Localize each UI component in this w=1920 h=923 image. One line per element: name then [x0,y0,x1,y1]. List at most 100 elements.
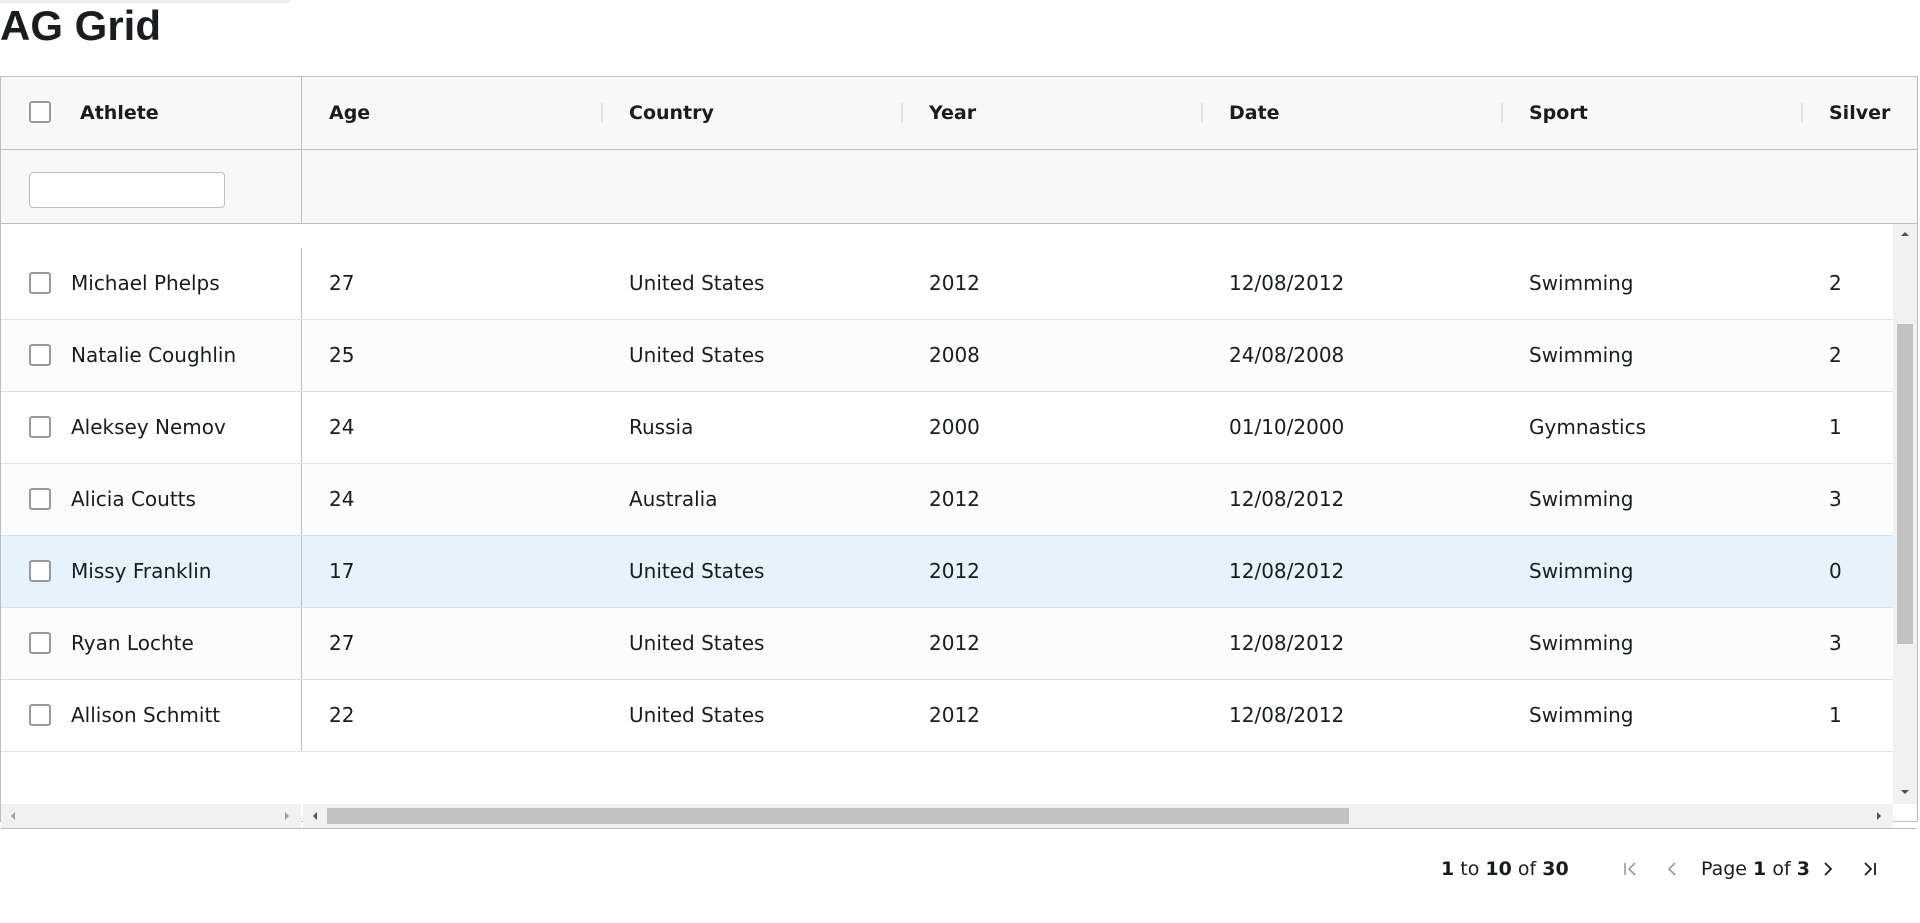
cell-country[interactable]: United States [629,536,764,607]
table-row[interactable]: Alicia Coutts 24 Australia 2012 12/08/2012 Sw… [1,464,1893,536]
cell-silver[interactable]: 2 [1829,320,1842,391]
previous-page-icon [1667,862,1676,876]
table-row[interactable]: Ryan Lochte 27 United States 2012 12/08/2012… [1,608,1893,680]
cell-athlete[interactable]: Alicia Coutts [71,464,196,535]
previous-page-button[interactable] [1657,854,1687,884]
cell-country[interactable]: Russia [629,392,693,463]
pinned-column-divider [301,392,302,463]
cell-date[interactable]: 12/08/2012 [1229,680,1344,751]
cell-sport[interactable]: Gymnastics [1529,392,1646,463]
scroll-right-icon[interactable] [281,810,293,822]
row-select-checkbox[interactable] [29,704,51,726]
pinned-column-divider [301,680,302,751]
cell-country[interactable]: United States [629,248,764,319]
vertical-scrollbar[interactable] [1893,224,1917,804]
cell-age[interactable]: 24 [329,392,354,463]
table-row[interactable]: Natalie Coughlin 25 United States 2008 24/08… [1,320,1893,392]
cell-athlete[interactable]: Natalie Coughlin [71,320,236,391]
row-select-checkbox[interactable] [29,632,51,654]
column-header-date[interactable]: Date [1229,77,1280,149]
cell-sport[interactable]: Swimming [1529,608,1634,679]
row-select-checkbox[interactable] [29,560,51,582]
next-page-button[interactable] [1813,854,1843,884]
column-resize-handle[interactable] [1201,103,1203,123]
column-header-silver[interactable]: Silver [1829,77,1890,149]
cell-date[interactable]: 24/08/2008 [1229,320,1344,391]
scroll-right-icon[interactable] [1873,810,1885,822]
scroll-down-icon[interactable] [1899,786,1911,798]
cell-silver[interactable]: 3 [1829,464,1842,535]
cell-sport[interactable]: Swimming [1529,320,1634,391]
cell-age[interactable]: 22 [329,680,354,751]
cell-sport[interactable]: Swimming [1529,536,1634,607]
cell-year[interactable]: 2008 [929,320,980,391]
table-row[interactable]: Aleksey Nemov 24 Russia 2000 01/10/2000 Gymna… [1,392,1893,464]
row-of-label: of [1517,858,1537,880]
cell-athlete[interactable]: Allison Schmitt [71,680,220,751]
table-row[interactable]: Michael Phelps 27 United States 2012 12/08/2… [1,248,1893,320]
cell-sport[interactable]: Swimming [1529,680,1634,751]
cell-country[interactable]: Australia [629,464,717,535]
table-row[interactable]: Allison Schmitt 22 United States 2012 12/08/… [1,680,1893,752]
cell-year[interactable]: 2012 [929,464,980,535]
horizontal-scrollbar-thumb[interactable] [327,808,1349,824]
cell-silver[interactable]: 2 [1829,248,1842,319]
cell-athlete[interactable]: Aleksey Nemov [71,392,226,463]
page-of-label: of [1772,858,1791,880]
floating-filter-row [1,150,1917,223]
scroll-left-icon[interactable] [7,810,19,822]
cell-year[interactable]: 2012 [929,608,980,679]
cell-age[interactable]: 24 [329,464,354,535]
athlete-filter-input[interactable] [29,172,225,208]
cell-date[interactable]: 12/08/2012 [1229,536,1344,607]
cell-age[interactable]: 17 [329,536,354,607]
column-resize-handle[interactable] [1801,103,1803,123]
row-to-label: to [1460,858,1480,880]
column-header-sport[interactable]: Sport [1529,77,1588,149]
cell-year[interactable]: 2012 [929,248,980,319]
column-resize-handle[interactable] [1501,103,1503,123]
column-resize-handle[interactable] [601,103,603,123]
cell-country[interactable]: United States [629,608,764,679]
cell-sport[interactable]: Swimming [1529,464,1634,535]
select-all-checkbox[interactable] [29,101,51,123]
column-header-year[interactable]: Year [929,77,976,149]
column-header-athlete[interactable]: Athlete [80,77,159,149]
last-page-button[interactable] [1855,854,1885,884]
pinned-horizontal-scrollbar[interactable] [1,804,301,828]
cell-silver[interactable]: 0 [1829,536,1842,607]
row-select-checkbox[interactable] [29,416,51,438]
cell-athlete[interactable]: Ryan Lochte [71,608,194,679]
column-header-country[interactable]: Country [629,77,714,149]
cell-date[interactable]: 12/08/2012 [1229,248,1344,319]
scroll-up-icon[interactable] [1899,228,1911,240]
first-page-button[interactable] [1615,854,1645,884]
cell-silver[interactable]: 1 [1829,392,1842,463]
cell-silver[interactable]: 1 [1829,680,1842,751]
cell-country[interactable]: United States [629,320,764,391]
cell-athlete[interactable]: Michael Phelps [71,248,220,319]
cell-year[interactable]: 2000 [929,392,980,463]
row-select-checkbox[interactable] [29,272,51,294]
cell-date[interactable]: 01/10/2000 [1229,392,1344,463]
column-header-age[interactable]: Age [329,77,370,149]
row-select-checkbox[interactable] [29,344,51,366]
cell-sport[interactable]: Swimming [1529,248,1634,319]
table-row[interactable]: Missy Franklin 17 United States 2012 12/08/2… [1,536,1893,608]
cell-age[interactable]: 27 [329,608,354,679]
vertical-scrollbar-thumb[interactable] [1897,324,1913,644]
horizontal-scrollbar[interactable] [303,804,1893,828]
cell-silver[interactable]: 3 [1829,608,1842,679]
cell-athlete[interactable]: Missy Franklin [71,536,211,607]
cell-date[interactable]: 12/08/2012 [1229,464,1344,535]
cell-age[interactable]: 25 [329,320,354,391]
grid-body: Michael Phelps 27 United States 2012 12/08/2… [1,224,1893,804]
cell-year[interactable]: 2012 [929,680,980,751]
cell-date[interactable]: 12/08/2012 [1229,608,1344,679]
scroll-left-icon[interactable] [309,810,321,822]
column-resize-handle[interactable] [901,103,903,123]
cell-year[interactable]: 2012 [929,536,980,607]
cell-country[interactable]: United States [629,680,764,751]
row-select-checkbox[interactable] [29,488,51,510]
cell-age[interactable]: 27 [329,248,354,319]
